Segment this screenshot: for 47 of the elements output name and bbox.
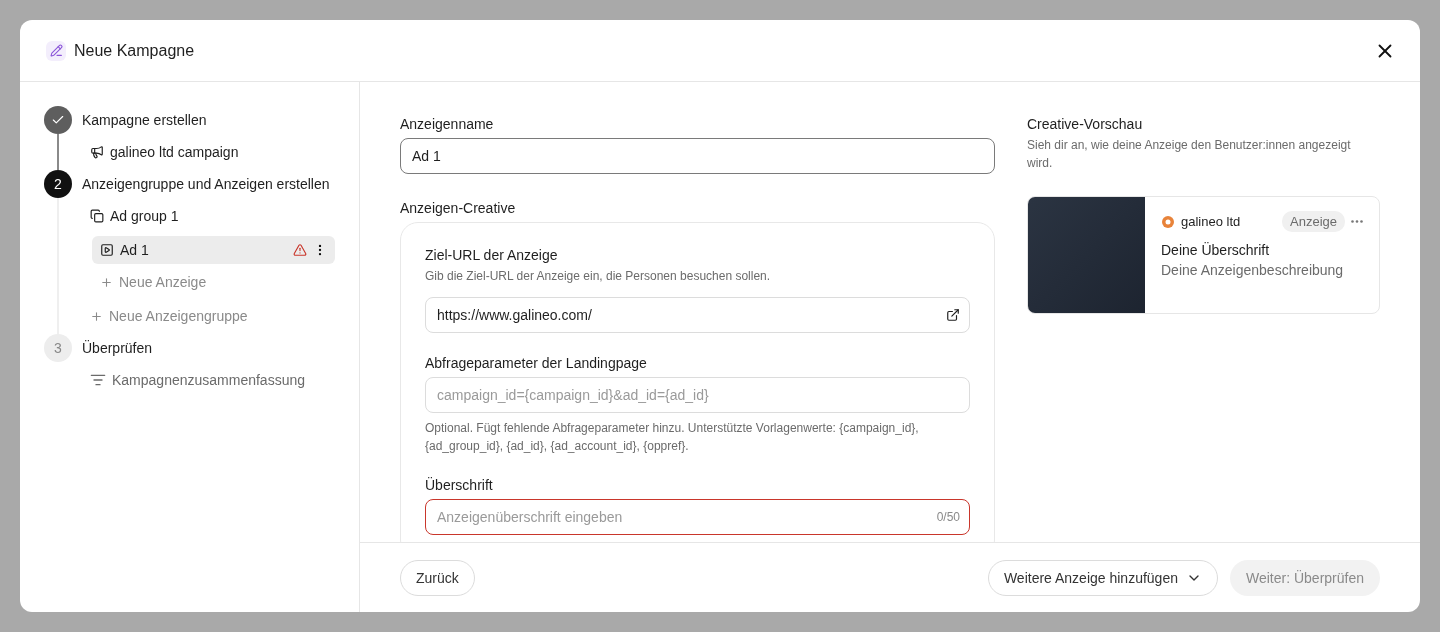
nav-item[interactable]: Neue Anzeige (92, 266, 335, 298)
field-label: Abfrageparameter der Landingpage (425, 355, 648, 371)
nav-item[interactable]: Ad 1 (92, 236, 335, 264)
brand-logo-icon (1161, 214, 1175, 229)
nav-item-label: Ad group 1 (110, 208, 180, 224)
ad-icon (100, 243, 114, 257)
plus-icon (90, 309, 103, 323)
field-label: Ziel-URL der Anzeige (425, 247, 559, 263)
brand-name: galineo ltd (1181, 214, 1242, 229)
stacked-squares-icon (90, 209, 104, 223)
url-field[interactable]: https://www.galineo.com/ (425, 297, 970, 333)
step-title: Anzeigengruppe und Anzeigen erstellen (82, 175, 331, 194)
field-label: Überschrift (425, 477, 494, 493)
step-indicator: 3 (44, 334, 72, 362)
step-title: Überprüfen (82, 339, 154, 358)
nav-item[interactable]: Neue Anzeigengruppe (82, 300, 335, 332)
check-icon (51, 113, 65, 127)
megaphone-icon (90, 145, 104, 159)
nav-item-label: galineo ltd campaign (110, 144, 240, 160)
nav-item-label: Ad 1 (120, 242, 150, 258)
character-count: 0/50 (936, 510, 960, 524)
add-ad-dropdown-button[interactable]: Weitere Anzeige hinzufügen (987, 559, 1218, 596)
step-title: Kampagne erstellen (82, 111, 208, 130)
nav-item-label: Neue Anzeigengruppe (109, 308, 249, 324)
ad-headline: Deine Überschrift (1161, 242, 1271, 258)
ad-description: Deine Anzeigenbeschreibung (1161, 262, 1345, 278)
field-help: Optional. Fügt fehlende Abfrageparameter hinzu. Unterstützte Vorlagenwerte: {campaign_id}, {ad_group_id}, {ad_id}, {ad_account_id}, {oppref}. (425, 420, 920, 455)
section-label: Anzeigen-Creative (400, 200, 517, 216)
nav-item[interactable]: Ad group 1 (82, 200, 335, 232)
external-link-icon[interactable] (946, 308, 960, 322)
preview-description: Sieh dir an, wie deine Anzeige den Benutzer:innen angezeigt wird. (1027, 137, 1352, 172)
plus-icon (100, 275, 113, 289)
nav-item[interactable]: galineo ltd campaign (82, 136, 335, 168)
input-field[interactable]: campaign_id={campaign_id}&ad_id={ad_id} (425, 377, 970, 413)
nav-item-label: Neue Anzeige (119, 274, 208, 290)
nav-item-label: Kampagnenzusammenfassung (112, 372, 306, 388)
preview-title: Creative-Vorschau (1027, 116, 1144, 132)
list-icon (90, 372, 106, 388)
sponsored-badge: Anzeige (1282, 211, 1345, 232)
horizontal-dots-icon (1351, 220, 1363, 223)
ad-name-field[interactable]: Ad 1 (400, 138, 995, 174)
back-button[interactable]: Zurück (400, 559, 475, 596)
dialog-title: Neue Kampagne (74, 41, 196, 60)
field-description: Gib die Ziel-URL der Anzeige ein, die Personen besuchen sollen. (425, 268, 772, 285)
step-indicator: 2 (44, 170, 72, 198)
field-label: Anzeigenname (400, 116, 495, 132)
nav-item[interactable]: Kampagnenzusammenfassung (82, 364, 335, 396)
